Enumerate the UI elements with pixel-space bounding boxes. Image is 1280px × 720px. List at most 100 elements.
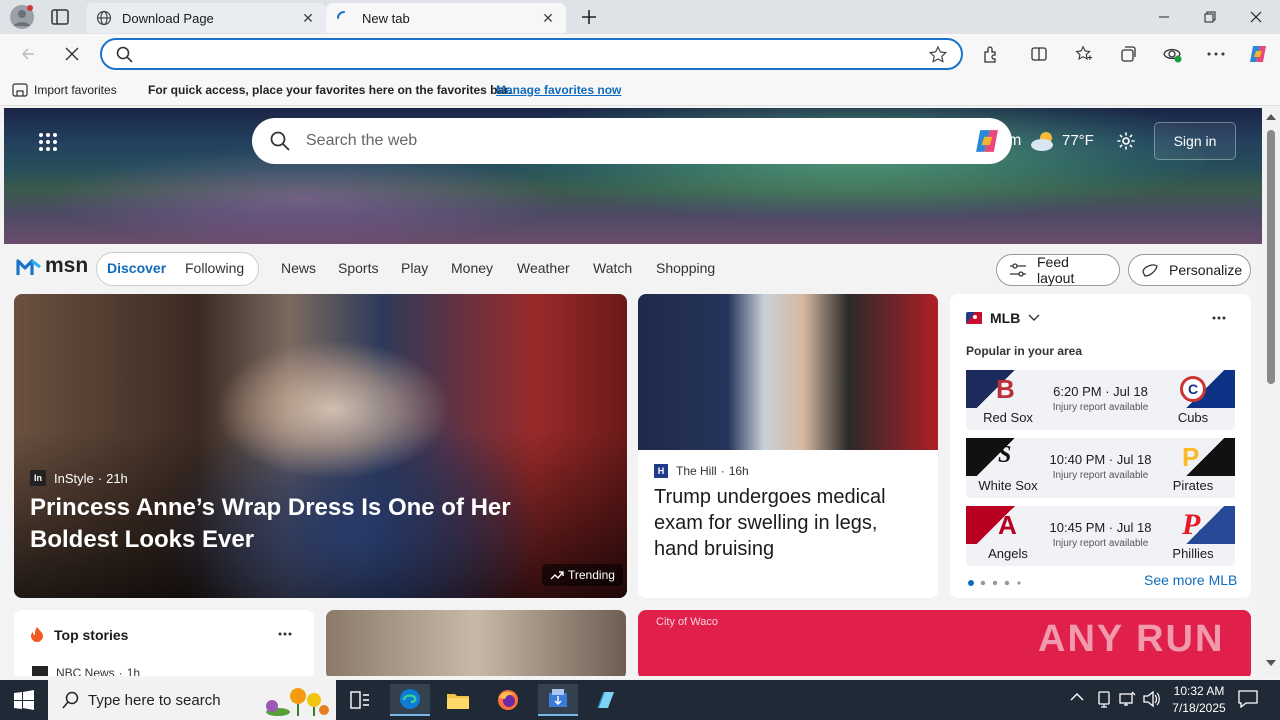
taskbar-date[interactable]: 7/18/2025 [1164, 701, 1234, 715]
taskbar-time[interactable]: 10:32 AM [1164, 684, 1234, 698]
source-name: InStyle [54, 470, 94, 486]
back-arrow-icon[interactable] [14, 42, 42, 66]
nbc-news-logo-icon [32, 666, 48, 676]
firefox-icon[interactable] [488, 684, 528, 716]
carousel-dots[interactable] [968, 580, 1024, 586]
network-device-icon[interactable] [1096, 690, 1112, 708]
second-story-headline[interactable]: Trump undergoes medical exam for swellin… [654, 484, 924, 562]
notepad-icon[interactable] [586, 684, 626, 716]
profile-avatar[interactable] [10, 5, 34, 29]
tab-actions-icon[interactable] [50, 8, 70, 26]
scroll-down-icon[interactable] [1266, 660, 1276, 666]
nav-money[interactable]: Money [451, 260, 493, 276]
extensions-icon[interactable] [977, 42, 1005, 66]
trending-badge: Trending [542, 564, 623, 586]
nav-sports[interactable]: Sports [338, 260, 378, 276]
nav-weather[interactable]: Weather [517, 260, 570, 276]
settings-gear-icon[interactable] [1116, 131, 1136, 151]
game-time: 6:20 PM · Jul 18 [1053, 384, 1148, 399]
nav-news[interactable]: News [281, 260, 316, 276]
close-window-icon[interactable] [1233, 0, 1279, 34]
instyle-logo: In [30, 470, 46, 486]
nav-shopping[interactable]: Shopping [656, 260, 715, 276]
favorites-icon[interactable] [1070, 42, 1098, 66]
apps-grid-icon[interactable] [38, 132, 58, 152]
show-hidden-icons-chevron[interactable] [1070, 692, 1084, 702]
second-story-card[interactable]: H The Hill · 16h Trump undergoes medical… [638, 294, 938, 598]
main-story-headline[interactable]: Princess Anne’s Wrap Dress Is One of Her… [30, 492, 590, 556]
restore-icon[interactable] [1187, 0, 1233, 34]
network-icon[interactable] [1118, 690, 1136, 708]
manage-favorites-link[interactable]: Manage favorites now [496, 83, 621, 97]
more-menu-icon[interactable] [1202, 42, 1230, 66]
personalize-button[interactable]: Personalize [1128, 254, 1251, 286]
partly-cloudy-icon[interactable] [1030, 130, 1058, 152]
home-team: Pirates [1172, 478, 1214, 493]
nav-play[interactable]: Play [401, 260, 428, 276]
source-name: NBC News [56, 666, 115, 676]
notifications-icon[interactable] [1238, 690, 1258, 708]
scroll-up-icon[interactable] [1266, 114, 1276, 120]
sliders-icon [1009, 263, 1027, 277]
copilot-icon[interactable] [1244, 42, 1272, 66]
browser-essentials-icon[interactable] [1158, 42, 1186, 66]
tab-discover[interactable]: Discover [107, 260, 166, 276]
tab-new-tab[interactable]: New tab ✕ [326, 3, 566, 33]
feed-layout-button[interactable]: Feed layout [996, 254, 1120, 286]
tab-following[interactable]: Following [185, 260, 244, 276]
tab-download-page[interactable]: Download Page ✕ [86, 3, 326, 33]
file-explorer-icon[interactable] [438, 684, 478, 716]
favorite-star-icon[interactable] [928, 45, 948, 65]
story-card-image[interactable] [326, 610, 626, 676]
edge-taskbar-icon[interactable] [390, 684, 430, 716]
import-favorites-button[interactable]: Import favorites [34, 83, 117, 97]
more-options-icon[interactable] [278, 632, 292, 636]
globe-icon [96, 10, 112, 26]
close-tab-icon[interactable]: ✕ [540, 10, 556, 27]
new-tab-plus-icon[interactable] [578, 6, 600, 28]
mlb-scores-card: MLB Popular in your area B C 6:20 PM · J… [950, 294, 1251, 598]
temperature[interactable]: 77°F [1062, 132, 1094, 149]
close-tab-icon[interactable]: ✕ [300, 10, 316, 27]
game-time: 10:40 PM · Jul 18 [1049, 452, 1152, 467]
collections-icon[interactable] [1114, 42, 1142, 66]
task-view-icon[interactable] [340, 684, 380, 716]
see-more-mlb-link[interactable]: See more MLB [1144, 572, 1237, 588]
volume-icon[interactable] [1142, 690, 1160, 708]
copilot-search-icon[interactable] [972, 126, 1004, 156]
top-stories-title: Top stories [54, 627, 129, 643]
chevron-down-icon [1028, 314, 1040, 322]
game-row[interactable]: A P 10:45 PM · Jul 18 Injury report avai… [966, 506, 1235, 566]
split-screen-icon[interactable] [1025, 42, 1053, 66]
mlb-header[interactable]: MLB [966, 310, 1040, 326]
the-hill-logo: H [654, 464, 668, 478]
story-source: H The Hill · 16h [654, 464, 749, 478]
installer-app-icon[interactable] [538, 684, 578, 716]
web-search-box[interactable]: Search the web [252, 118, 1012, 164]
more-options-icon[interactable] [1212, 316, 1226, 320]
taskbar-search-box[interactable]: Type here to search [48, 680, 336, 720]
windows-start-icon[interactable] [14, 690, 34, 710]
minimize-icon[interactable] [1141, 0, 1187, 34]
handshake-photo [638, 294, 938, 450]
mlb-subtitle: Popular in your area [966, 344, 1083, 358]
top-stories-card: Top stories NBC News · 1h [14, 610, 314, 676]
main-story-card[interactable]: In InStyle · 21h Princess Anne’s Wrap Dr… [14, 294, 627, 598]
game-row[interactable]: S P 10:40 PM · Jul 18 Injury report avai… [966, 438, 1235, 498]
weather-location-partial: m [1008, 132, 1022, 149]
personalize-icon [1141, 262, 1159, 278]
vertical-scrollbar[interactable] [1262, 108, 1280, 676]
stop-loading-icon[interactable] [58, 42, 86, 66]
address-bar[interactable] [100, 38, 963, 70]
game-row[interactable]: B C 6:20 PM · Jul 18 Injury report avail… [966, 370, 1235, 430]
msn-logo[interactable]: msn [16, 254, 88, 278]
nav-watch[interactable]: Watch [593, 260, 632, 276]
scrollbar-thumb[interactable] [1267, 130, 1275, 384]
msn-logo-text: msn [45, 254, 89, 277]
trending-arrow-icon [550, 570, 564, 580]
story-age: 16h [728, 464, 749, 478]
sign-in-button[interactable]: Sign in [1154, 122, 1236, 160]
story-source: In InStyle · 21h [30, 470, 128, 486]
story-card-image[interactable]: City of Waco ANY RUN [638, 610, 1251, 676]
tab-title: Download Page [122, 10, 214, 26]
